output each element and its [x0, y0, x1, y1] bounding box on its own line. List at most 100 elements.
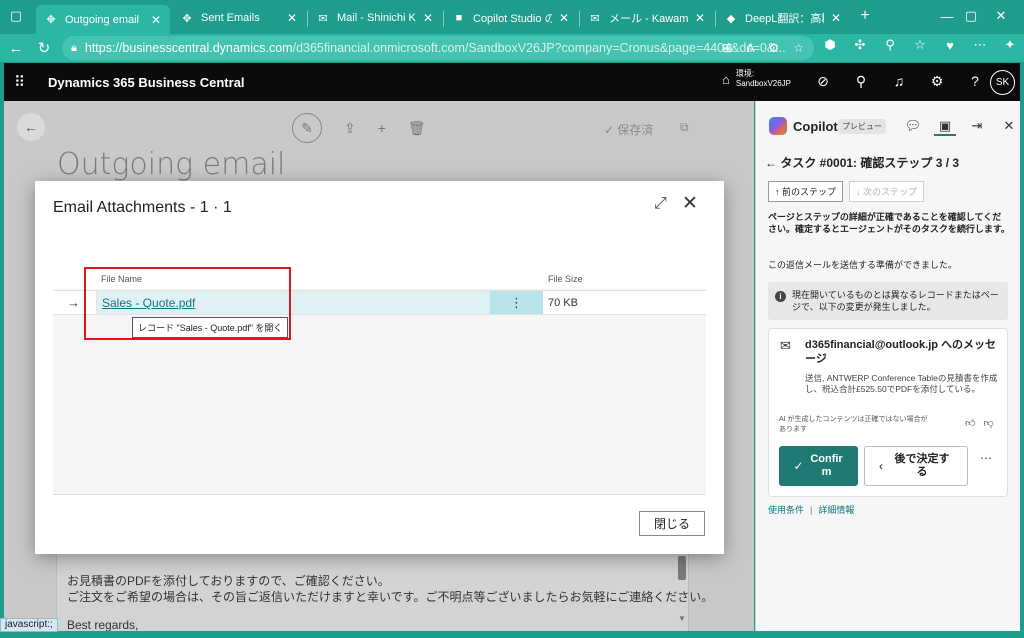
- tab-title: Mail - Shinichi Kawamura: [337, 12, 416, 24]
- environment-label: 環境:: [735, 69, 755, 78]
- tab-mail-kawamura[interactable]: ✉ メール - Kawamura Sh ✕: [580, 4, 714, 32]
- extensions-icon[interactable]: ✣: [850, 37, 870, 53]
- close-tab-icon[interactable]: ✕: [420, 11, 436, 25]
- tab-copilot-studio[interactable]: ■ Copilot Studio のライ ✕: [444, 4, 578, 32]
- environment-name: SandboxV26JP: [735, 79, 792, 88]
- split-screen-icon[interactable]: ⚲: [880, 37, 900, 53]
- browser-essentials-icon[interactable]: ♥: [940, 38, 960, 53]
- back-arrow-icon[interactable]: ←: [17, 113, 45, 141]
- row-selector-arrow-icon[interactable]: →: [67, 295, 80, 310]
- extension-shield-icon[interactable]: ⬢: [820, 37, 840, 53]
- copilot-header: Copilot プレビュー 💬︎ ▣ ⇥ ✕: [756, 101, 1021, 145]
- thumbs-up-icon[interactable]: 👍︎: [965, 417, 975, 429]
- more-options-icon[interactable]: ⋯: [980, 451, 992, 465]
- chevron-left-icon: ‹: [879, 459, 883, 473]
- new-tab-icon[interactable]: +: [850, 0, 880, 32]
- chat-icon[interactable]: 💬︎: [902, 118, 924, 136]
- new-plus-icon[interactable]: +: [378, 120, 386, 136]
- thumbs-down-icon[interactable]: 👎︎: [983, 417, 993, 429]
- environment-info[interactable]: ⌂ 環境: SandboxV26JP: [722, 69, 791, 89]
- down-arrow-icon: ↓: [856, 187, 861, 197]
- copilot-pane: Copilot プレビュー 💬︎ ▣ ⇥ ✕ ← タスク #0001: 確認ステ…: [755, 101, 1020, 631]
- info-message: i 現在開いているものとは異なるレコードまたはページで、以下の変更が発生しました…: [768, 282, 1008, 320]
- avatar[interactable]: SK: [990, 70, 1015, 95]
- tab-title: Copilot Studio のライ: [473, 13, 552, 25]
- tab-actions-icon[interactable]: ▢: [0, 0, 32, 32]
- confirm-button[interactable]: ✓ Confirm: [779, 446, 858, 486]
- url-host: https://businesscentral.dynamics.com: [84, 41, 293, 55]
- email-attachments-dialog: Email Attachments - 1 · 1 ⤢ ✕ File Name …: [35, 181, 724, 554]
- copilot-header-icon[interactable]: ⊘: [804, 73, 842, 90]
- address-bar[interactable]: 🔒︎ https://businesscentral.dynamics.com …: [62, 36, 814, 60]
- task-back-arrow-icon[interactable]: ←: [765, 156, 777, 170]
- edit-pencil-icon[interactable]: ✎: [292, 113, 322, 143]
- delete-trash-icon[interactable]: 🗑︎: [408, 120, 426, 137]
- product-name[interactable]: Dynamics 365 Business Central: [48, 75, 245, 90]
- preview-badge: プレビュー: [838, 119, 886, 134]
- decide-later-label: 後で決定する: [894, 453, 950, 478]
- close-button[interactable]: 閉じる: [639, 511, 705, 536]
- tab-deepl[interactable]: ◆ DeepL翻訳：高精度 ✕: [716, 4, 850, 32]
- saved-status: ✓ 保存済: [604, 121, 653, 138]
- scroll-down-icon[interactable]: ▼: [678, 614, 686, 623]
- bc-header: ⠿ Dynamics 365 Business Central ⌂ 環境: Sa…: [4, 63, 1020, 101]
- close-tab-icon[interactable]: ✕: [828, 11, 844, 25]
- mail-notification-icon: ✉: [780, 338, 791, 353]
- copilot-browser-icon[interactable]: ✦: [1000, 37, 1020, 53]
- microsoft-icon: ■: [455, 12, 463, 24]
- previous-step-button[interactable]: ↑ 前のステップ: [768, 181, 844, 202]
- decide-later-button[interactable]: ‹ 後で決定する: [864, 446, 968, 486]
- expand-icon[interactable]: ⤢: [654, 195, 667, 213]
- read-aloud-icon[interactable]: A: [746, 41, 754, 55]
- pop-out-icon[interactable]: ⧉: [680, 120, 689, 135]
- instruction-text: ページとステップの詳細が正確であることを確認してください。確定するとエージェント…: [768, 212, 1010, 234]
- notifications-bell-icon[interactable]: ♫: [880, 73, 918, 90]
- close-window-icon[interactable]: ✕: [978, 0, 1024, 32]
- status-bar: javascript:;: [0, 618, 58, 632]
- page-actions: ✎ ⇪ + 🗑︎: [292, 113, 426, 143]
- tab-title: Sent Emails: [201, 12, 260, 24]
- tab-title: Outgoing email: [65, 13, 139, 26]
- refresh-icon[interactable]: ↻: [32, 37, 56, 59]
- row-more-options-icon[interactable]: ⋮: [490, 291, 543, 314]
- close-pane-icon[interactable]: ✕: [998, 118, 1020, 136]
- up-arrow-icon: ↑: [775, 187, 780, 197]
- task-view-icon[interactable]: ▣: [934, 118, 956, 136]
- close-tab-icon[interactable]: ✕: [148, 13, 164, 27]
- next-step-button[interactable]: ↓ 次のステップ: [849, 181, 925, 202]
- link-separator: |: [810, 505, 813, 515]
- task-title: タスク #0001: 確認ステップ 3 / 3: [780, 156, 960, 170]
- column-header-file-size[interactable]: File Size: [548, 274, 583, 284]
- close-tab-icon[interactable]: ✕: [556, 11, 572, 25]
- extension-icon[interactable]: ⚙: [768, 41, 779, 55]
- share-icon[interactable]: ⇪: [344, 120, 356, 137]
- more-options-icon[interactable]: ⋯: [970, 37, 990, 53]
- url-path: /d365financial.onmicrosoft.com/SandboxV2…: [292, 41, 786, 55]
- dynamics-icon: ✥: [46, 14, 56, 26]
- browser-tab-bar: ▢ ✥ Outgoing email ✕ ✥ Sent Emails ✕ ✉ M…: [0, 0, 1024, 34]
- info-text: 現在開いているものとは異なるレコードまたはページで、以下の変更が発生しました。: [792, 290, 999, 312]
- app-launcher-icon[interactable]: ⠿: [14, 73, 25, 91]
- terms-link[interactable]: 使用条件: [768, 505, 804, 515]
- close-tab-icon[interactable]: ✕: [284, 11, 300, 25]
- close-tab-icon[interactable]: ✕: [692, 11, 708, 25]
- favorite-star-icon[interactable]: ☆: [793, 41, 804, 55]
- ai-disclaimer: AI が生成したコンテンツは正確ではない場合があります: [779, 416, 928, 433]
- search-icon[interactable]: ⚲: [842, 73, 880, 90]
- highlight-annotation-box: [84, 267, 291, 340]
- dock-pane-icon[interactable]: ⇥: [966, 118, 988, 136]
- scrollbar-thumb[interactable]: [678, 556, 686, 580]
- back-icon[interactable]: ←: [4, 37, 28, 59]
- tab-mail[interactable]: ✉ Mail - Shinichi Kawamura ✕: [308, 4, 442, 32]
- email-body-editor[interactable]: お見積書のPDFを添付しておりますので、ご確認ください。 ご注文をご希望の場合は…: [56, 553, 713, 631]
- file-size-cell: 70 KB: [548, 297, 578, 309]
- tab-outgoing-email[interactable]: ✥ Outgoing email ✕: [36, 5, 170, 34]
- settings-gear-icon[interactable]: ⚙: [918, 73, 956, 90]
- more-info-link[interactable]: 詳細情報: [818, 505, 854, 515]
- help-icon[interactable]: ?: [956, 73, 994, 90]
- apps-icon[interactable]: ⊞: [722, 41, 732, 55]
- tab-sent-emails[interactable]: ✥ Sent Emails ✕: [172, 4, 306, 32]
- close-icon[interactable]: ✕: [682, 192, 698, 215]
- next-step-label: 次のステップ: [863, 187, 918, 197]
- favorites-icon[interactable]: ☆: [910, 37, 930, 53]
